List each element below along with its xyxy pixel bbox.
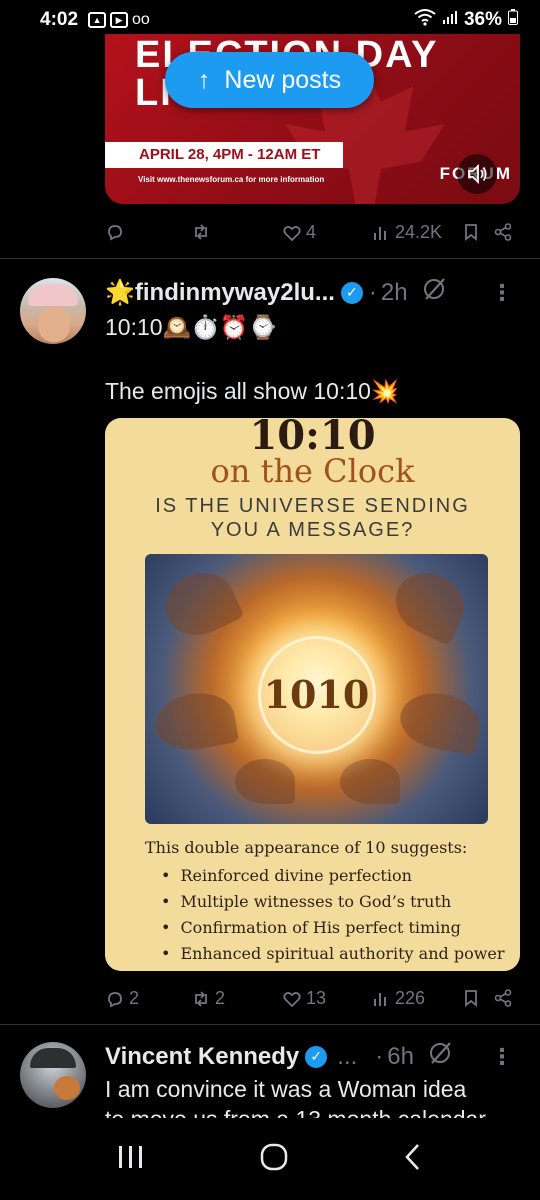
reply-icon [108, 225, 122, 241]
like-button[interactable]: 4 [282, 222, 316, 243]
angel-wing [385, 562, 475, 646]
post-text-line2: The emojis all show 10:10💥 [105, 378, 400, 404]
home-icon[interactable] [259, 1142, 289, 1177]
bullet-item: Multiple witnesses to God’s truth [161, 889, 505, 915]
question-line2: YOU A MESSAGE? [210, 519, 415, 541]
truncated-handle: ... [337, 1042, 358, 1070]
repost-icon [195, 990, 207, 1007]
views-button[interactable]: 226 [371, 988, 425, 1009]
post-divider [0, 258, 540, 259]
wifi-icon [414, 8, 436, 32]
grok-icon[interactable] [428, 1040, 454, 1073]
views-icon [374, 226, 386, 240]
display-name[interactable]: Vincent Kennedy [105, 1043, 299, 1071]
separator-dot: · [368, 278, 377, 306]
heart-icon [283, 225, 301, 241]
post-divider [0, 1024, 540, 1025]
verified-badge-icon: ✓ [340, 281, 363, 304]
separator-dot: · [375, 1042, 384, 1070]
bullet-item: Enhanced spiritual authority and power [161, 941, 504, 967]
like-count: 4 [306, 222, 317, 242]
recent-apps-icon[interactable] [116, 1143, 146, 1176]
bookmark-button[interactable] [461, 988, 481, 1008]
infographic-subtitle: on the Clock [210, 452, 415, 490]
bullet-item: Confirmation of His perfect timing [161, 915, 505, 941]
battery-icon [508, 9, 518, 31]
youtube-icon: ▶ [110, 12, 129, 28]
infographic-description: This double appearance of 10 suggests: [145, 838, 468, 857]
post-text-line1: 10:10🕰️⏱️⏰⌚ [105, 314, 278, 340]
repost-button[interactable] [191, 222, 211, 242]
avatar-hat [30, 1048, 76, 1068]
repost-icon [195, 224, 207, 240]
view-count: 226 [395, 988, 426, 1008]
reply-button[interactable]: 2 [105, 988, 139, 1009]
verified-badge-icon: ✓ [305, 1045, 328, 1068]
share-icon [494, 989, 512, 1007]
bookmark-icon [465, 990, 477, 1007]
arrow-up-icon: ↑ [197, 65, 211, 94]
heart-icon [283, 991, 301, 1007]
bookmark-button[interactable] [461, 222, 481, 242]
post-text-line2: to move us from a 13 month calendar [105, 1104, 520, 1118]
grok-icon[interactable] [422, 276, 448, 309]
bookmark-icon [465, 224, 477, 241]
avatar-pet [54, 1076, 80, 1100]
avatar-face [38, 306, 70, 342]
avatar[interactable] [20, 278, 86, 344]
post1-action-bar: 4 24.2K [105, 218, 520, 248]
question-line1: IS THE UNIVERSE SENDING [155, 495, 470, 517]
post-header: Vincent Kennedy ✓ ... · 6h ⋮ [105, 1040, 520, 1073]
post2-action-bar: 2 2 13 226 [105, 984, 520, 1014]
display-name[interactable]: 🌟findinmyway2lu... [105, 278, 335, 307]
more-options-icon[interactable]: ⋮ [491, 1044, 513, 1070]
new-posts-button[interactable]: ↑ New posts [165, 52, 374, 108]
avatar-cap [28, 284, 78, 306]
post-text-line1: I am convince it was a Woman idea [105, 1076, 467, 1102]
share-button[interactable] [493, 222, 513, 242]
avatar[interactable] [20, 1042, 86, 1108]
art-number: 1010 [263, 672, 370, 717]
post-time[interactable]: 6h [387, 1043, 414, 1071]
view-count: 24.2K [395, 222, 443, 242]
share-icon [494, 223, 512, 241]
reply-icon [108, 991, 122, 1007]
reply-count: 2 [129, 988, 140, 1008]
infographic-question: IS THE UNIVERSE SENDING YOU A MESSAGE? [105, 494, 520, 542]
repost-button[interactable]: 2 [191, 988, 225, 1009]
media-date: APRIL 28, 4PM - 12AM ET [105, 142, 343, 168]
back-icon[interactable] [402, 1142, 424, 1177]
post-header: 🌟findinmyway2lu... ✓ · 2h ⋮ [105, 276, 520, 309]
battery-level: 36% [463, 9, 502, 30]
like-button[interactable]: 13 [282, 988, 326, 1009]
views-icon [374, 992, 386, 1006]
voicemail-icon: oo [132, 11, 150, 28]
system-navigation-bar [0, 1118, 540, 1200]
angel-wing [155, 562, 245, 646]
post-time[interactable]: 2h [381, 279, 408, 307]
mute-icon[interactable] [457, 154, 497, 194]
views-button[interactable]: 24.2K [371, 222, 442, 243]
infographic-bullets: Reinforced divine perfection Multiple wi… [161, 863, 505, 967]
signal-icon [442, 9, 458, 31]
like-count: 13 [306, 988, 327, 1008]
media-visit-text: Visit www.thenewsforum.ca for more infor… [138, 175, 325, 184]
status-time: 4:02 [40, 9, 79, 30]
angel-wing [340, 759, 400, 804]
share-button[interactable] [493, 988, 513, 1008]
more-options-icon[interactable]: ⋮ [491, 280, 513, 306]
repost-count: 2 [215, 988, 226, 1008]
angels-illustration: 1010 [145, 554, 488, 824]
bullet-item: Reinforced divine perfection [161, 863, 505, 889]
new-posts-label: New posts [224, 65, 342, 94]
gallery-icon: ▲ [88, 12, 107, 28]
post-image-infographic[interactable]: 10:10 on the Clock IS THE UNIVERSE SENDI… [105, 418, 520, 971]
angel-wing [235, 759, 295, 804]
reply-button[interactable] [105, 222, 125, 242]
